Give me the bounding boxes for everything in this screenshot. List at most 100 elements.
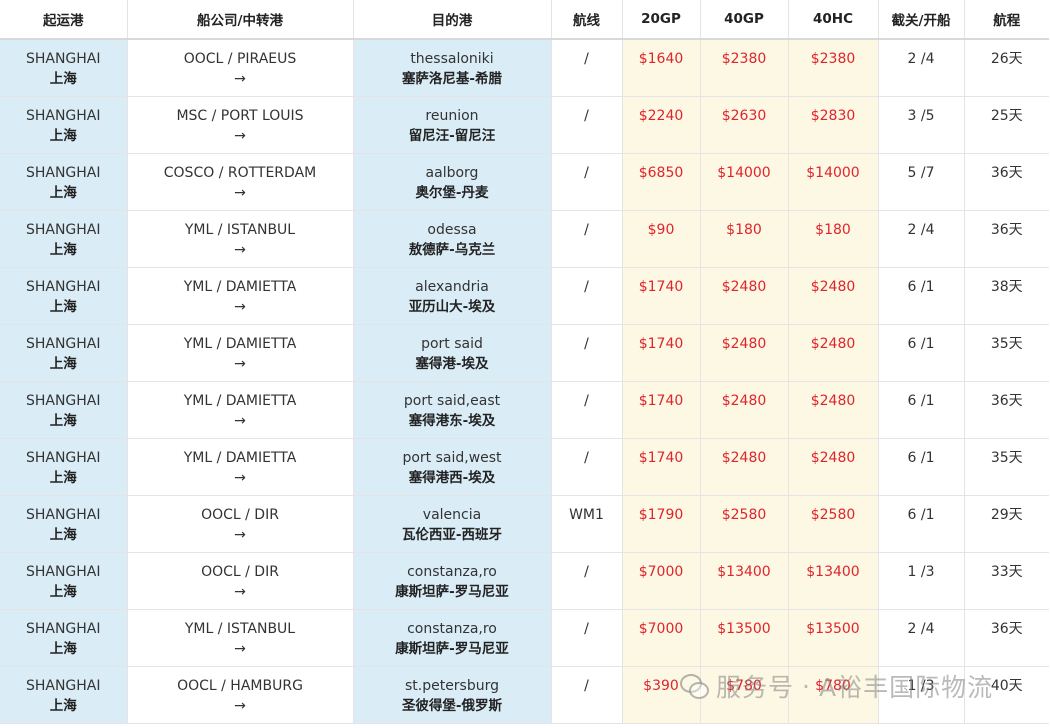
price-40hc: $2480	[810, 393, 856, 409]
route-cell: /	[550, 552, 622, 610]
price-40hc: $13400	[806, 564, 860, 580]
destination-port-en: thessaloniki	[410, 51, 494, 67]
route-cell: /	[550, 666, 622, 724]
transit-arrow: →	[234, 128, 246, 144]
price-20gp-cell: $1740	[621, 438, 700, 496]
carrier-cell: OOCL / DIR →	[126, 495, 353, 553]
price-40gp-cell: $2480	[699, 438, 788, 496]
price-40hc-cell: $180	[787, 210, 878, 268]
table-row: SHANGHAI 上海 YML / ISTANBUL → odessa 敖德萨-乌克兰 / $…	[0, 210, 1049, 268]
route-cell: WM1	[550, 495, 622, 553]
origin-port-cell: SHANGHAI 上海	[0, 39, 127, 97]
destination-cell: valencia 瓦伦西亚-西班牙	[352, 495, 551, 553]
carrier-cell: YML / DAMIETTA →	[126, 381, 353, 439]
destination-port-cn: 塞萨洛尼基-希腊	[401, 71, 503, 87]
price-20gp: $7000	[638, 621, 684, 637]
carrier-cell: YML / DAMIETTA →	[126, 438, 353, 496]
carrier-cell: YML / ISTANBUL →	[126, 210, 353, 268]
transit-arrow: →	[234, 356, 246, 372]
col-header-origin: 起运港	[0, 0, 127, 40]
cutoff-sailing: 1 /3	[907, 564, 935, 580]
freight-rate-table: 起运港 船公司/中转港 目的港 航线 20GP 40GP 40HC 截关/开船 …	[0, 0, 1049, 724]
col-header-schedule: 截关/开船	[877, 0, 964, 40]
carrier-transit-port: YML / ISTANBUL	[184, 222, 296, 238]
origin-port-cn: 上海	[49, 128, 77, 144]
schedule-cell: 1 /3	[877, 552, 964, 610]
transit-time-cell: 33天	[963, 552, 1049, 610]
price-20gp-cell: $90	[621, 210, 700, 268]
price-20gp-cell: $1790	[621, 495, 700, 553]
schedule-cell: 5 /7	[877, 153, 964, 211]
transit-time: 33天	[990, 564, 1023, 580]
destination-port-en: port said,west	[402, 450, 502, 466]
origin-port-en: SHANGHAI	[25, 165, 101, 181]
destination-port-cn: 康斯坦萨-罗马尼亚	[395, 641, 509, 657]
price-40gp: $2480	[721, 450, 767, 466]
price-40gp: $2580	[721, 507, 767, 523]
cutoff-sailing: 5 /7	[907, 165, 935, 181]
transit-time-cell: 26天	[963, 39, 1049, 97]
origin-port-cn: 上海	[49, 584, 77, 600]
route-value: /	[584, 51, 589, 67]
price-40gp-cell: $2630	[699, 96, 788, 154]
origin-port-cn: 上海	[49, 527, 77, 543]
origin-port-en: SHANGHAI	[25, 51, 101, 67]
transit-time-cell: 25天	[963, 96, 1049, 154]
cutoff-sailing: 2 /4	[907, 621, 935, 637]
route-cell: /	[550, 438, 622, 496]
price-40gp: $14000	[717, 165, 771, 181]
price-20gp: $6850	[638, 165, 684, 181]
origin-port-cell: SHANGHAI 上海	[0, 210, 127, 268]
transit-arrow: →	[234, 527, 246, 543]
transit-time-cell: 36天	[963, 210, 1049, 268]
cutoff-sailing: 6 /1	[907, 279, 935, 295]
destination-cell: odessa 敖德萨-乌克兰	[352, 210, 551, 268]
carrier-transit-port: YML / DAMIETTA	[183, 279, 297, 295]
route-value: /	[584, 165, 589, 181]
price-40hc: $13500	[806, 621, 860, 637]
origin-port-cell: SHANGHAI 上海	[0, 438, 127, 496]
origin-port-cn: 上海	[49, 470, 77, 486]
price-40hc: $2480	[810, 336, 856, 352]
carrier-cell: YML / DAMIETTA →	[126, 267, 353, 325]
price-40gp: $2480	[721, 336, 767, 352]
origin-port-cn: 上海	[49, 356, 77, 372]
transit-time: 35天	[990, 336, 1023, 352]
origin-port-en: SHANGHAI	[25, 108, 101, 124]
table-row: SHANGHAI 上海 COSCO / ROTTERDAM → aalborg 奥尔堡-丹…	[0, 153, 1049, 211]
table-row: SHANGHAI 上海 MSC / PORT LOUIS → reunion 留尼汪-留尼…	[0, 96, 1049, 154]
route-cell: /	[550, 39, 622, 97]
route-cell: /	[550, 381, 622, 439]
transit-arrow: →	[234, 641, 246, 657]
destination-port-en: constanza,ro	[407, 564, 497, 580]
origin-port-cell: SHANGHAI 上海	[0, 381, 127, 439]
destination-port-cn: 奥尔堡-丹麦	[415, 185, 489, 201]
transit-time: 29天	[990, 507, 1023, 523]
table-row: SHANGHAI 上海 OOCL / HAMBURG → st.petersburg 圣彼…	[0, 666, 1049, 724]
origin-port-cell: SHANGHAI 上海	[0, 666, 127, 724]
origin-port-cn: 上海	[49, 299, 77, 315]
destination-cell: thessaloniki 塞萨洛尼基-希腊	[352, 39, 551, 97]
transit-time: 38天	[990, 279, 1023, 295]
carrier-cell: OOCL / DIR →	[126, 552, 353, 610]
destination-cell: port said,west 塞得港西-埃及	[352, 438, 551, 496]
col-header-carrier: 船公司/中转港	[126, 0, 353, 40]
carrier-transit-port: YML / DAMIETTA	[183, 336, 297, 352]
origin-port-cell: SHANGHAI 上海	[0, 96, 127, 154]
destination-port-en: port said,east	[403, 393, 501, 409]
col-header-transit: 航程	[963, 0, 1049, 40]
price-40hc: $780	[815, 678, 851, 694]
price-20gp-cell: $2240	[621, 96, 700, 154]
destination-port-en: reunion	[425, 108, 479, 124]
table-row: SHANGHAI 上海 YML / DAMIETTA → port said,west 塞…	[0, 438, 1049, 496]
cutoff-sailing: 6 /1	[907, 393, 935, 409]
price-40hc: $14000	[806, 165, 860, 181]
schedule-cell: 6 /1	[877, 381, 964, 439]
price-40gp-cell: $780	[699, 666, 788, 724]
table-header-row: 起运港 船公司/中转港 目的港 航线 20GP 40GP 40HC 截关/开船 …	[0, 0, 1049, 40]
carrier-transit-port: OOCL / PIRAEUS	[183, 51, 297, 67]
origin-port-cell: SHANGHAI 上海	[0, 609, 127, 667]
schedule-cell: 2 /4	[877, 210, 964, 268]
schedule-cell: 1 /3	[877, 666, 964, 724]
schedule-cell: 3 /5	[877, 96, 964, 154]
